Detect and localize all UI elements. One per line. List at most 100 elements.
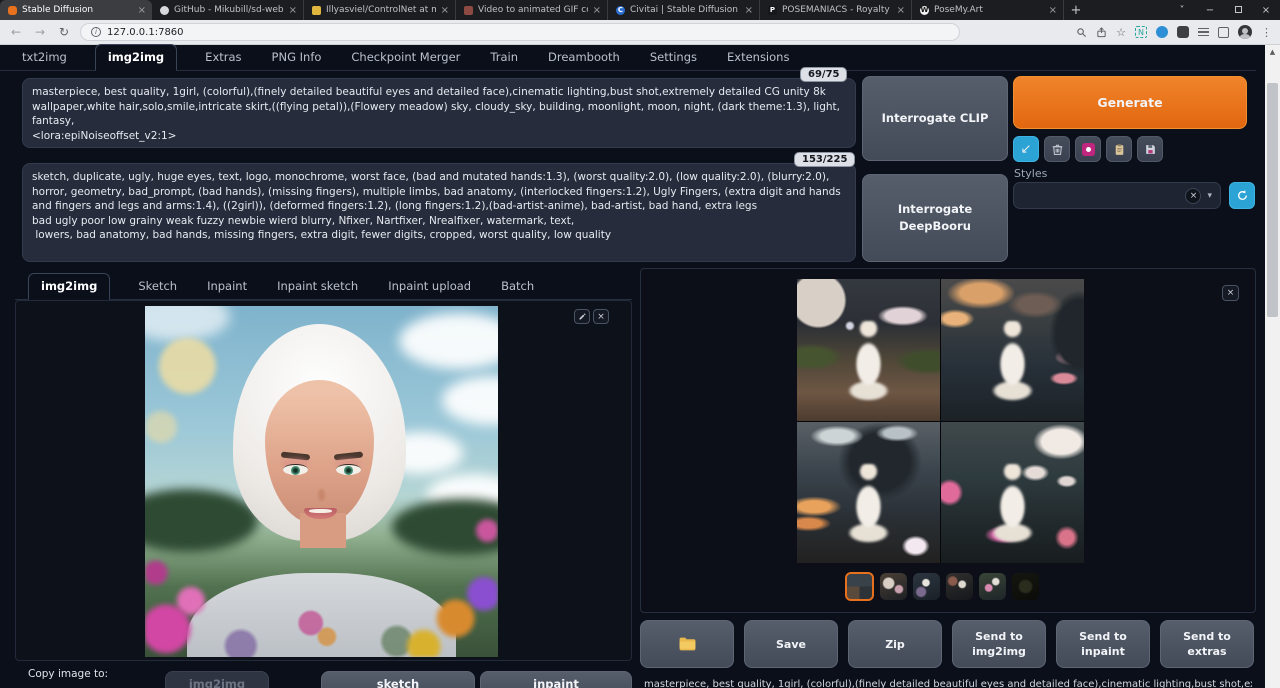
url-text[interactable]: 127.0.0.1:7860: [107, 27, 184, 38]
forward-icon[interactable]: →: [32, 25, 48, 39]
thumbnail[interactable]: [979, 573, 1006, 600]
site-info-icon[interactable]: i: [91, 27, 101, 37]
prompt-token-counter: 69/75: [800, 67, 847, 82]
tab-settings[interactable]: Settings: [648, 45, 699, 70]
scrollbar-thumb[interactable]: [1267, 83, 1278, 317]
apply-style-button[interactable]: [1106, 136, 1132, 162]
tab-close-icon[interactable]: ×: [897, 5, 905, 16]
tab-close-icon[interactable]: ×: [138, 5, 146, 16]
tab-dreambooth[interactable]: Dreambooth: [546, 45, 622, 70]
tab-close-icon[interactable]: ×: [1049, 5, 1057, 16]
cloud-shape: [145, 306, 230, 341]
notion-extension-icon[interactable]: N: [1135, 26, 1147, 38]
browser-tab-controlnet[interactable]: Illyasviel/ControlNet at main ×: [304, 0, 456, 20]
zip-button[interactable]: Zip: [848, 620, 942, 668]
thumbnail[interactable]: [946, 573, 973, 600]
prompt-tool-row: ↙: [1013, 136, 1163, 162]
clear-prompt-button[interactable]: [1044, 136, 1070, 162]
copy-to-inpaint-button[interactable]: inpaint: [480, 671, 632, 688]
styles-dropdown[interactable]: × ▾: [1013, 182, 1221, 209]
clear-styles-icon[interactable]: ×: [1185, 188, 1201, 204]
browser-tab-civitai[interactable]: C Civitai | Stable Diffusion model ×: [608, 0, 760, 20]
tab-title: PoseMy.Art: [934, 5, 1044, 15]
tab-close-icon[interactable]: ×: [441, 5, 449, 16]
browser-tab-posemaniacs[interactable]: P POSEMANIACS - Royalty free 3 ×: [760, 0, 912, 20]
refresh-styles-button[interactable]: [1229, 182, 1255, 209]
extra-networks-button[interactable]: [1075, 136, 1101, 162]
generated-image-grid[interactable]: [797, 279, 1084, 563]
bokeh-light: [159, 338, 215, 394]
generated-image-4[interactable]: [941, 422, 1084, 564]
posemyart-favicon-icon: W: [920, 6, 929, 15]
gif-converter-favicon-icon: [464, 6, 473, 15]
thumbnail-selected[interactable]: [845, 572, 874, 601]
save-style-button[interactable]: [1137, 136, 1163, 162]
zoom-icon[interactable]: [1076, 27, 1087, 38]
scrollbar-up-arrow[interactable]: ▲: [1265, 45, 1280, 59]
close-window-button[interactable]: ×: [1252, 5, 1280, 16]
thumbnail[interactable]: [913, 573, 940, 600]
interrogate-clip-button[interactable]: Interrogate CLIP: [862, 76, 1008, 161]
send-to-extras-button[interactable]: Send to extras: [1160, 620, 1254, 668]
subtab-sketch[interactable]: Sketch: [136, 274, 179, 299]
subtab-inpaint-sketch[interactable]: Inpaint sketch: [275, 274, 360, 299]
reload-icon[interactable]: ↻: [56, 25, 72, 39]
remove-image-button[interactable]: ×: [593, 309, 609, 324]
generated-image-2[interactable]: [941, 279, 1084, 421]
subtab-batch[interactable]: Batch: [499, 274, 536, 299]
page-scrollbar[interactable]: ▲: [1265, 45, 1280, 688]
minimize-button[interactable]: −: [1196, 5, 1224, 16]
send-to-inpaint-button[interactable]: Send to inpaint: [1056, 620, 1150, 668]
subtab-inpaint[interactable]: Inpaint: [205, 274, 249, 299]
profile-avatar[interactable]: [1238, 25, 1252, 39]
subtab-inpaint-upload[interactable]: Inpaint upload: [386, 274, 473, 299]
browser-tab-stable-diffusion[interactable]: Stable Diffusion ×: [0, 0, 152, 20]
posemaniacs-favicon-icon: P: [768, 6, 777, 15]
close-gallery-button[interactable]: ×: [1222, 285, 1239, 301]
interrogate-deepbooru-button[interactable]: Interrogate DeepBooru: [862, 174, 1008, 262]
tab-extras[interactable]: Extras: [203, 45, 243, 70]
tab-img2img[interactable]: img2img: [95, 44, 177, 71]
edit-image-button[interactable]: [574, 309, 590, 324]
paste-generation-params-button[interactable]: ↙: [1013, 136, 1039, 162]
new-tab-button[interactable]: +: [1064, 0, 1088, 20]
bookmark-star-icon[interactable]: ☆: [1116, 26, 1126, 39]
prompt-input[interactable]: masterpiece, best quality, 1girl, (color…: [22, 78, 856, 148]
extensions-puzzle-icon[interactable]: [1177, 26, 1189, 38]
share-icon[interactable]: [1096, 27, 1107, 38]
paste-arrow-icon: ↙: [1021, 142, 1032, 157]
open-folder-button[interactable]: [640, 620, 734, 668]
maximize-button[interactable]: [1224, 5, 1252, 16]
address-bar[interactable]: i 127.0.0.1:7860: [80, 23, 960, 41]
side-panel-icon[interactable]: [1218, 27, 1229, 38]
negative-prompt-input[interactable]: sketch, duplicate, ugly, huge eyes, text…: [22, 163, 856, 262]
tab-txt2img[interactable]: txt2img: [20, 45, 69, 70]
save-button[interactable]: Save: [744, 620, 838, 668]
subtab-img2img[interactable]: img2img: [28, 273, 110, 300]
generated-image-1[interactable]: [797, 279, 940, 421]
tab-close-icon[interactable]: ×: [745, 5, 753, 16]
extension-blue-icon[interactable]: [1156, 26, 1168, 38]
tab-checkpoint-merger[interactable]: Checkpoint Merger: [349, 45, 462, 70]
tab-close-icon[interactable]: ×: [289, 5, 297, 16]
browser-tab-gif-converter[interactable]: Video to animated GIF converter ×: [456, 0, 608, 20]
tab-png-info[interactable]: PNG Info: [270, 45, 324, 70]
copy-to-img2img-button[interactable]: img2img: [165, 671, 269, 688]
source-image[interactable]: [145, 306, 498, 657]
tab-train[interactable]: Train: [488, 45, 520, 70]
generated-image-3[interactable]: [797, 422, 940, 564]
back-icon[interactable]: ←: [8, 25, 24, 39]
tab-close-icon[interactable]: ×: [593, 5, 601, 16]
thumbnail[interactable]: [1012, 573, 1039, 600]
thumbnail[interactable]: [880, 573, 907, 600]
browser-tab-github[interactable]: GitHub - Mikubill/sd-webui-con ×: [152, 0, 304, 20]
browser-tab-posemyart[interactable]: W PoseMy.Art ×: [912, 0, 1064, 20]
tab-extensions[interactable]: Extensions: [725, 45, 791, 70]
reading-list-icon[interactable]: [1198, 28, 1209, 37]
generate-button[interactable]: Generate: [1013, 76, 1247, 129]
send-to-img2img-button[interactable]: Send to img2img: [952, 620, 1046, 668]
copy-to-sketch-button[interactable]: sketch: [321, 671, 475, 688]
tab-title: Civitai | Stable Diffusion model: [630, 5, 740, 15]
menu-dots-icon[interactable]: ⋮: [1261, 26, 1272, 39]
tab-search-icon[interactable]: ˅: [1168, 5, 1196, 16]
